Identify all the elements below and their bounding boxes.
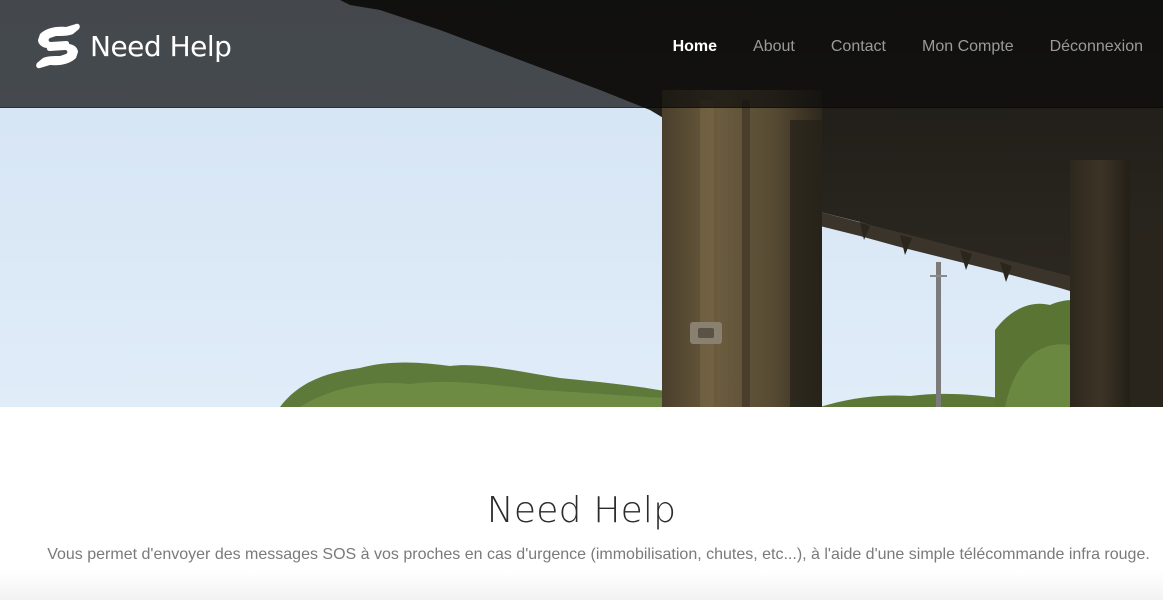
nav-item-home[interactable]: Home [637, 36, 717, 58]
page-description: Vous permet d'envoyer des messages SOS à… [47, 546, 1150, 563]
page: Need Help Home About Contact Mon Compte … [0, 0, 1163, 600]
brand-name: Need Help [90, 29, 232, 63]
navbar: Need Help Home About Contact Mon Compte … [0, 0, 1163, 108]
nav-item-about[interactable]: About [717, 36, 795, 58]
page-title: Need Help [486, 490, 677, 531]
intro-section: Need Help Vous permet d'envoyer des mess… [0, 407, 1163, 600]
helping-hands-icon [36, 23, 80, 69]
main-nav: Home About Contact Mon Compte Déconnexio… [637, 36, 1143, 58]
nav-item-mon-compte[interactable]: Mon Compte [886, 36, 1014, 58]
nav-item-contact[interactable]: Contact [795, 36, 886, 58]
nav-item-deconnexion[interactable]: Déconnexion [1014, 36, 1143, 58]
brand-link[interactable]: Need Help [32, 20, 232, 72]
